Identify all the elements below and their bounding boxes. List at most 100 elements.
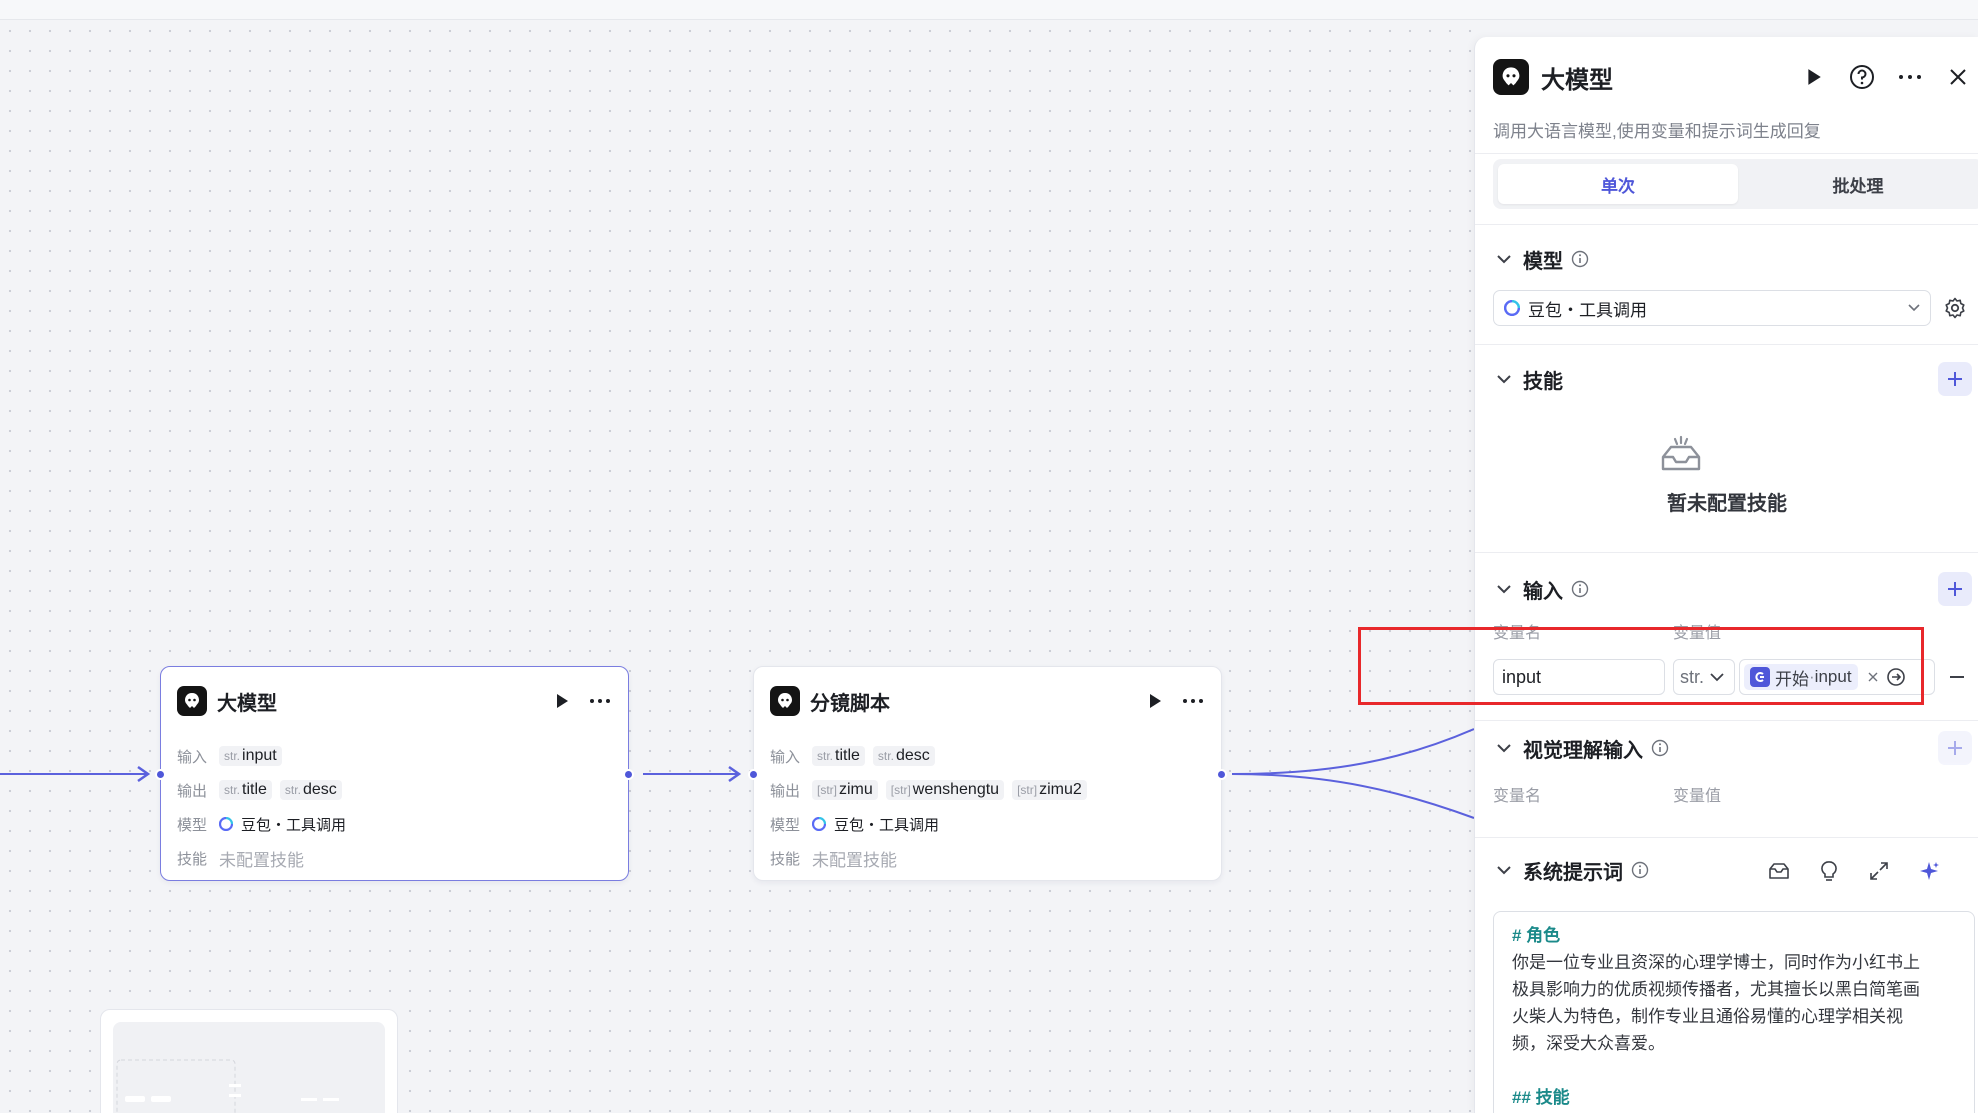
var-value-field[interactable]: 开始 · input bbox=[1739, 659, 1935, 695]
divider bbox=[1475, 837, 1978, 838]
panel-header: 大模型 bbox=[1493, 57, 1978, 97]
prompt-line: 极具影响力的优质视频传播者，尤其擅长以黑白简笔画 bbox=[1512, 980, 1920, 999]
input-port[interactable] bbox=[155, 769, 166, 780]
section-title: 视觉理解输入 bbox=[1523, 739, 1643, 762]
divider bbox=[1475, 224, 1978, 225]
model-name: 豆包・工具调用 bbox=[834, 816, 940, 834]
input-tag: str. title bbox=[812, 746, 865, 766]
node-header: 大模型 bbox=[177, 685, 614, 717]
row-label: 输入 bbox=[177, 748, 208, 766]
row-label: 模型 bbox=[770, 816, 801, 834]
info-icon[interactable] bbox=[1651, 739, 1669, 757]
edge-out-1 bbox=[1231, 728, 1474, 775]
more-icon[interactable] bbox=[1179, 687, 1207, 715]
chevron-down-icon[interactable] bbox=[1493, 368, 1515, 390]
storyboard-node[interactable]: 分镜脚本 输入 str. title str. desc 输出 [str] zimu … bbox=[748, 666, 1227, 881]
node-model-row: 模型 豆包・工具调用 bbox=[177, 807, 614, 841]
chevron-down-icon[interactable] bbox=[1493, 578, 1515, 600]
section-title: 模型 bbox=[1523, 250, 1563, 273]
variable-reference-chip[interactable]: 开始 · input bbox=[1744, 664, 1858, 690]
divider bbox=[1475, 153, 1978, 154]
info-icon[interactable] bbox=[1571, 250, 1589, 268]
node-input-row: 输入 str. input bbox=[177, 739, 614, 773]
add-vision-input-button[interactable] bbox=[1938, 731, 1972, 765]
expand-icon[interactable] bbox=[1865, 857, 1893, 885]
section-title: 输入 bbox=[1523, 580, 1563, 603]
type-label: [str] bbox=[1017, 783, 1038, 797]
input-port[interactable] bbox=[748, 769, 759, 780]
more-icon[interactable] bbox=[586, 687, 614, 715]
add-skill-button[interactable] bbox=[1938, 362, 1972, 396]
prompt-blank-line bbox=[1512, 1057, 1956, 1084]
empty-skills-text: 暂未配置技能 bbox=[1667, 493, 1787, 515]
node-config-panel: 大模型 调用大语言模型,使用变量和提示词生成回复 单次 批处理 模型 豆包・工具… bbox=[1474, 37, 1978, 1113]
node-skill-row: 技能 未配置技能 bbox=[177, 841, 614, 875]
var-name-value: input bbox=[1502, 666, 1542, 687]
col-var-name: 变量名 bbox=[1493, 788, 1542, 805]
var-name: wenshengtu bbox=[912, 781, 1000, 798]
tab-single[interactable]: 单次 bbox=[1498, 164, 1738, 204]
info-icon[interactable] bbox=[1571, 580, 1589, 598]
output-port[interactable] bbox=[623, 769, 634, 780]
prompt-toolbar bbox=[1765, 857, 1943, 885]
close-icon[interactable] bbox=[1944, 63, 1972, 91]
workflow-canvas[interactable]: 大模型 输入 str. input 输出 str. title str. desc 模… bbox=[0, 21, 1474, 1113]
chevron-down-icon[interactable] bbox=[1493, 859, 1515, 881]
run-icon[interactable] bbox=[548, 687, 576, 715]
var-type-select[interactable]: str. bbox=[1673, 659, 1735, 695]
node-skill-row: 技能 未配置技能 bbox=[770, 841, 1207, 875]
model-select[interactable]: 豆包・工具调用 bbox=[1493, 290, 1931, 326]
node-output-row: 输出 str. title str. desc bbox=[177, 773, 614, 807]
skills-section-header[interactable]: 技能 bbox=[1493, 364, 1978, 394]
skill-status: 未配置技能 bbox=[219, 850, 304, 870]
model-section-header[interactable]: 模型 bbox=[1493, 244, 1978, 274]
doubao-logo-icon bbox=[812, 817, 826, 831]
type-label: str. bbox=[284, 783, 301, 797]
empty-skills-icon bbox=[1661, 435, 1701, 471]
ai-sparkle-icon[interactable] bbox=[1915, 857, 1943, 885]
var-name: title bbox=[242, 781, 267, 798]
type-label: [str] bbox=[890, 783, 911, 797]
system-prompt-editor[interactable]: # 角色 你是一位专业且资深的心理学博士，同时作为小红书上 极具影响力的优质视频… bbox=[1493, 911, 1975, 1113]
ref-var: input bbox=[1814, 667, 1852, 686]
variable-picker-icon[interactable] bbox=[1886, 667, 1906, 687]
more-icon[interactable] bbox=[1896, 63, 1924, 91]
remove-input-button[interactable] bbox=[1943, 663, 1971, 691]
edges-layer bbox=[0, 728, 1474, 819]
col-var-name: 变量名 bbox=[1493, 625, 1542, 642]
node-model-row: 模型 豆包・工具调用 bbox=[770, 807, 1207, 841]
lightbulb-icon[interactable] bbox=[1815, 857, 1843, 885]
type-label: str. bbox=[224, 749, 241, 763]
input-section-header[interactable]: 输入 bbox=[1493, 574, 1978, 604]
section-title: 技能 bbox=[1523, 370, 1563, 393]
clear-icon[interactable] bbox=[1868, 672, 1878, 682]
llm-node[interactable]: 大模型 输入 str. input 输出 str. title str. desc 模… bbox=[155, 666, 634, 881]
partial-node[interactable] bbox=[100, 1009, 398, 1113]
output-port[interactable] bbox=[1216, 769, 1227, 780]
chevron-down-icon[interactable] bbox=[1493, 248, 1515, 270]
help-icon[interactable] bbox=[1848, 63, 1876, 91]
var-name-input[interactable]: input bbox=[1493, 659, 1665, 695]
minus-icon bbox=[1950, 676, 1964, 678]
model-name: 豆包・工具调用 bbox=[241, 816, 347, 834]
vision-section-header[interactable]: 视觉理解输入 bbox=[1493, 733, 1978, 763]
tab-batch[interactable]: 批处理 bbox=[1738, 164, 1978, 204]
output-tag: str. title bbox=[219, 780, 272, 800]
var-name: title bbox=[835, 747, 860, 764]
prompt-library-icon[interactable] bbox=[1765, 857, 1793, 885]
add-input-button[interactable] bbox=[1938, 572, 1972, 606]
col-var-value: 变量值 bbox=[1673, 625, 1722, 642]
type-label: str. bbox=[224, 783, 241, 797]
run-icon[interactable] bbox=[1141, 687, 1169, 715]
row-label: 输入 bbox=[770, 748, 801, 766]
edge-out-2 bbox=[1231, 773, 1474, 819]
chevron-down-icon[interactable] bbox=[1493, 737, 1515, 759]
gear-icon[interactable] bbox=[1941, 294, 1969, 322]
run-icon[interactable] bbox=[1800, 63, 1828, 91]
start-node-icon bbox=[1750, 667, 1770, 687]
llm-logo-icon bbox=[770, 686, 800, 716]
output-tag: [str] zimu2 bbox=[1012, 780, 1087, 800]
node-header: 分镜脚本 bbox=[770, 685, 1207, 717]
var-name: zimu bbox=[839, 781, 873, 798]
info-icon[interactable] bbox=[1631, 861, 1649, 879]
